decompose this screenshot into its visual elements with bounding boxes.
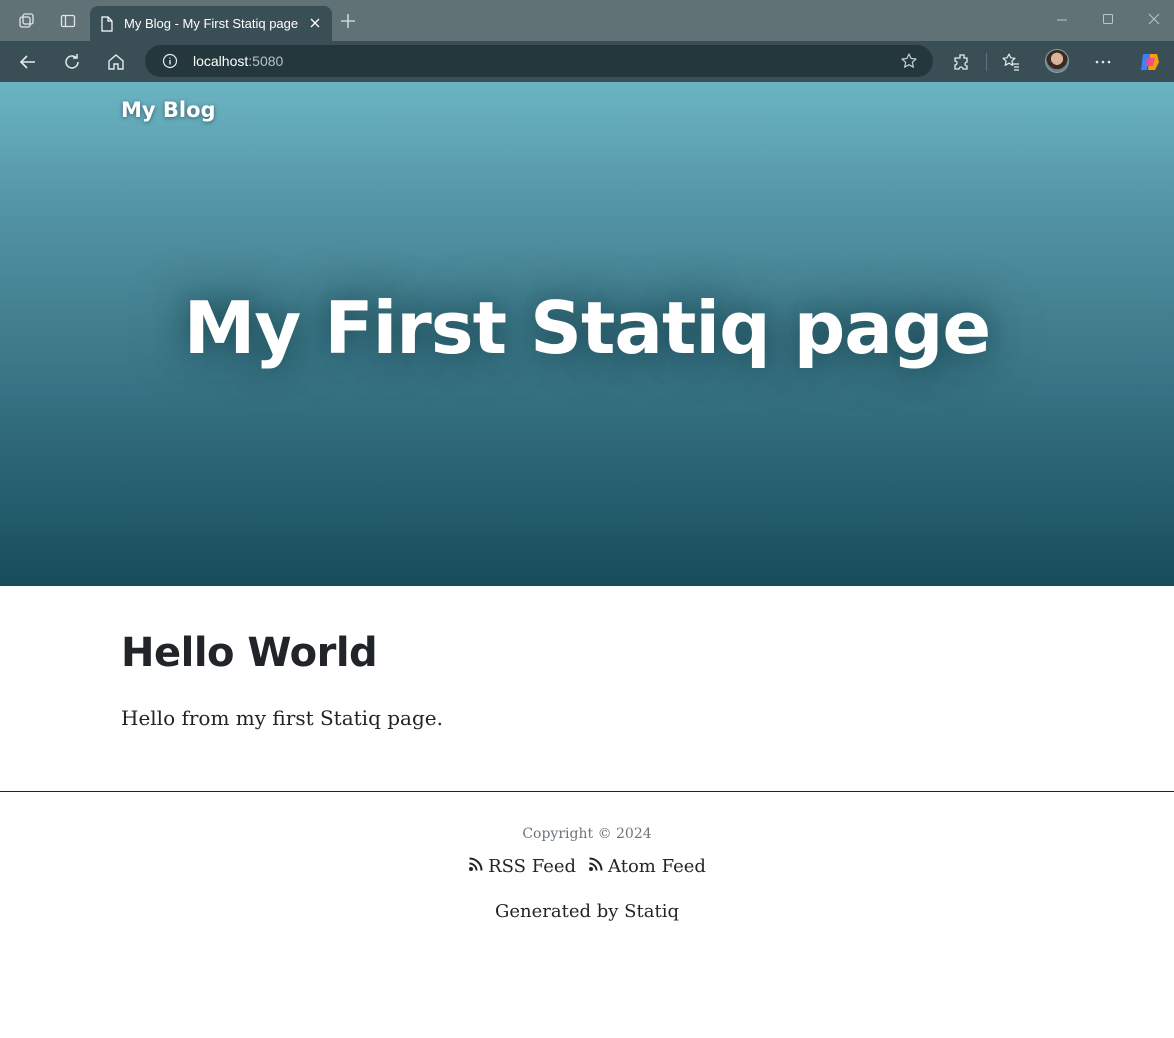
rss-icon	[588, 856, 604, 877]
extensions-icon[interactable]	[951, 51, 973, 73]
minimize-icon[interactable]	[1055, 12, 1069, 31]
close-window-icon[interactable]	[1147, 12, 1161, 31]
close-tab-icon[interactable]	[308, 16, 322, 33]
rss-feed-label: RSS Feed	[488, 856, 577, 877]
star-icon[interactable]	[900, 52, 918, 73]
info-icon[interactable]	[162, 53, 178, 72]
generated-by-prefix: Generated by	[495, 901, 625, 922]
hero-banner: My Blog My First Statiq page	[0, 82, 1174, 586]
atom-feed-label: Atom Feed	[608, 856, 706, 877]
atom-feed-link[interactable]: Atom Feed	[588, 856, 706, 877]
generated-by-text: Generated by Statiq	[0, 901, 1174, 922]
site-brand-link[interactable]: My Blog	[121, 98, 216, 122]
main-content: Hello World Hello from my first Statiq p…	[121, 630, 1061, 730]
profile-avatar[interactable]	[1045, 49, 1069, 73]
rss-feed-link[interactable]: RSS Feed	[468, 856, 576, 877]
toolbar-separator	[986, 53, 987, 71]
browser-toolbar: localhost:5080	[0, 41, 1174, 82]
page-heading: Hello World	[121, 630, 378, 676]
copyright-text: Copyright © 2024	[522, 826, 652, 842]
url-text[interactable]: localhost:5080	[193, 53, 283, 69]
favorites-icon[interactable]	[1000, 51, 1022, 73]
hero-title: My First Statiq page	[183, 286, 991, 370]
workspaces-icon[interactable]	[17, 12, 35, 30]
footer: Copyright © 2024 RSS Feed Atom Feed Gene…	[0, 826, 1174, 922]
statiq-link[interactable]: Statiq	[624, 901, 679, 922]
more-icon[interactable]	[1092, 51, 1114, 73]
address-bar[interactable]: localhost:5080	[145, 45, 933, 77]
tab-title: My Blog - My First Statiq page	[124, 16, 299, 31]
page-icon	[100, 16, 114, 35]
footer-divider	[0, 791, 1174, 792]
page-body-text: Hello from my first Statiq page.	[121, 706, 443, 730]
url-host: localhost	[193, 53, 249, 69]
refresh-icon[interactable]	[61, 51, 83, 73]
url-port: :5080	[248, 53, 284, 69]
active-tab[interactable]: My Blog - My First Statiq page	[90, 6, 332, 41]
copilot-icon[interactable]	[1138, 50, 1162, 79]
feed-links: RSS Feed Atom Feed	[0, 856, 1174, 877]
home-icon[interactable]	[105, 51, 127, 73]
tab-actions-icon[interactable]	[59, 12, 77, 30]
rss-icon	[468, 856, 484, 877]
browser-tab-bar: My Blog - My First Statiq page	[0, 0, 1174, 41]
back-arrow-icon[interactable]	[17, 51, 39, 73]
new-tab-icon[interactable]	[340, 13, 356, 34]
maximize-icon[interactable]	[1101, 12, 1115, 31]
